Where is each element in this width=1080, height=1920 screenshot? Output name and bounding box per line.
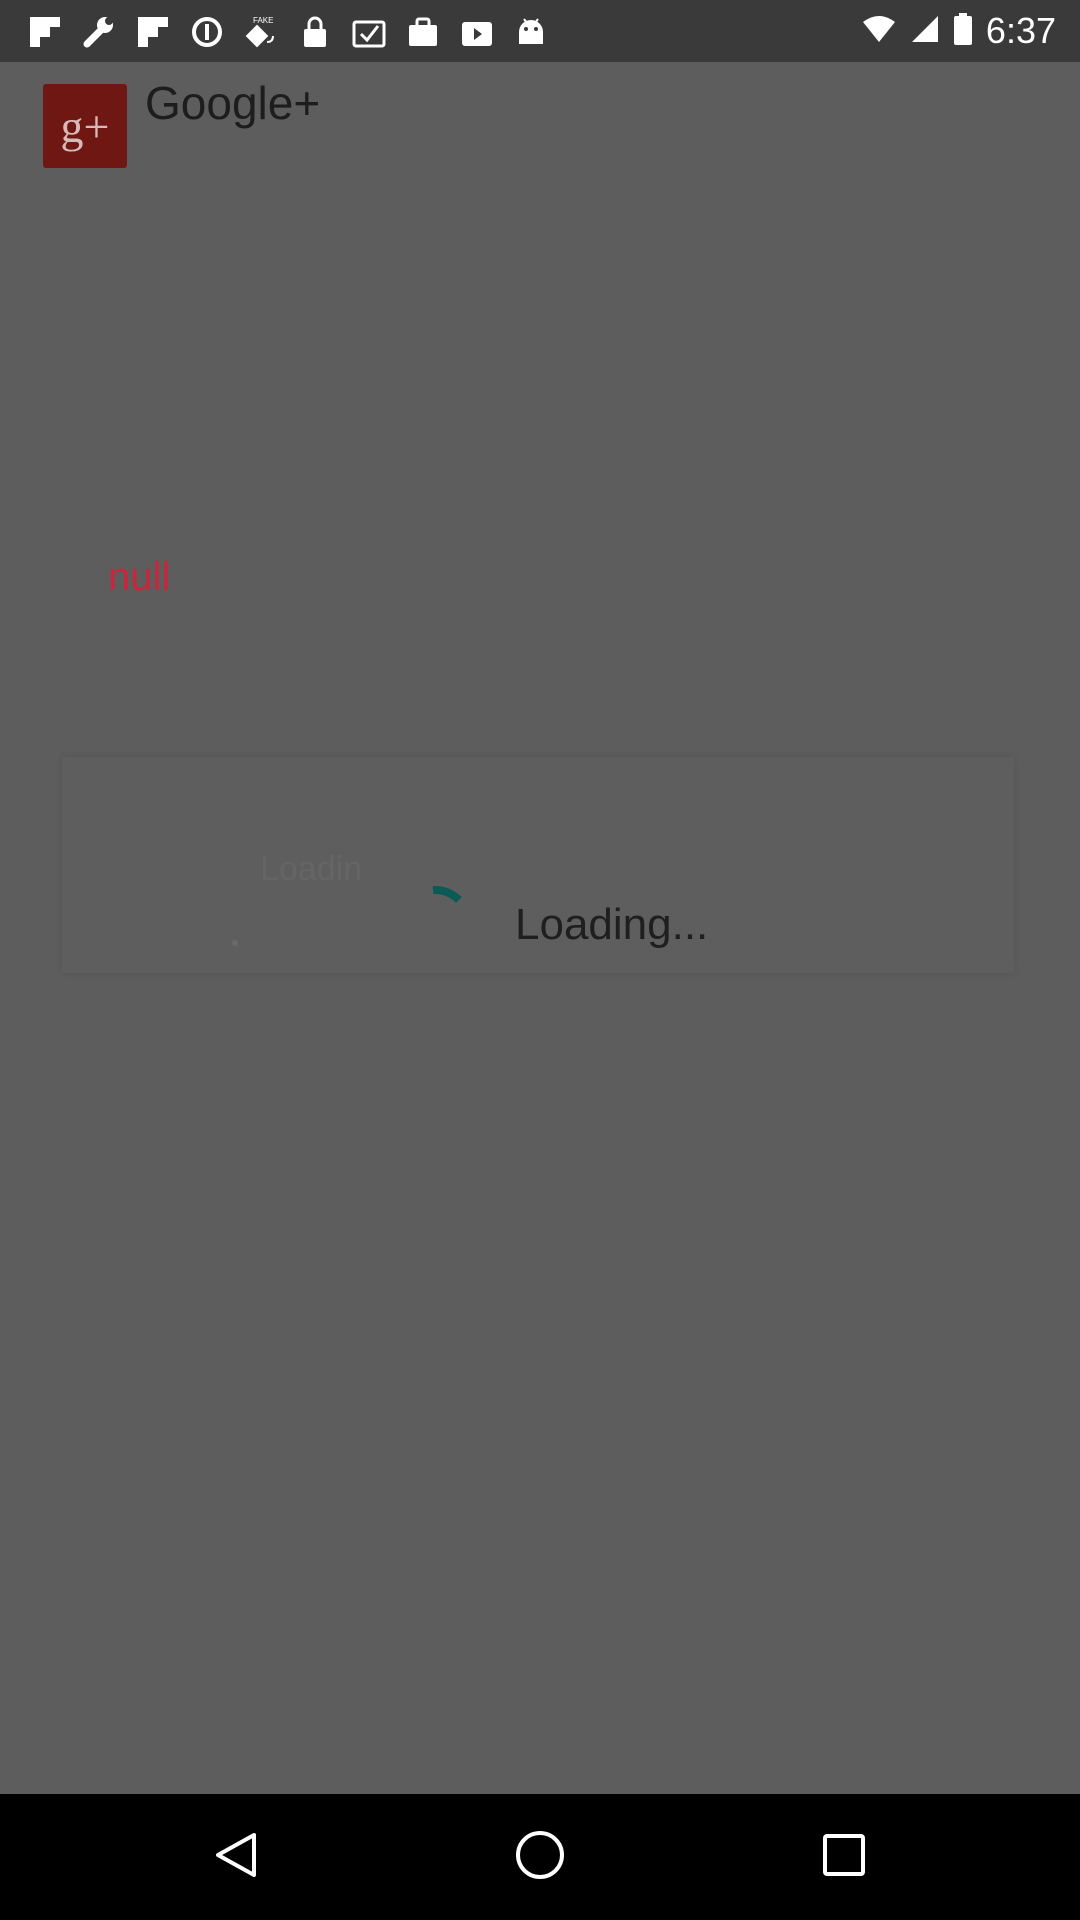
svg-text:FAKE: FAKE	[253, 16, 273, 25]
back-button[interactable]	[196, 1822, 276, 1892]
loading-spinner-icon	[405, 870, 489, 954]
wrench-icon	[80, 14, 118, 50]
bag-icon	[404, 14, 442, 50]
recents-button[interactable]	[804, 1822, 884, 1892]
android-icon	[512, 14, 550, 50]
ghost-spinner	[232, 940, 238, 946]
back-icon	[214, 1831, 258, 1884]
null-label: null	[108, 555, 171, 599]
recents-icon	[822, 1833, 866, 1882]
battery-icon	[953, 12, 972, 50]
app-header: g+ Google+	[0, 62, 1080, 192]
app-title: Google+	[145, 77, 321, 129]
home-button[interactable]	[500, 1822, 580, 1892]
system-status: 6:37	[862, 10, 1056, 52]
signal-icon	[910, 14, 940, 49]
clock: 6:37	[985, 10, 1056, 51]
loading-text: Loading...	[515, 900, 709, 949]
flipboard-icon	[134, 14, 172, 50]
clipboard-check-icon	[350, 14, 388, 50]
lock-icon	[296, 14, 334, 50]
ghost-loading-text: Loadin	[260, 850, 363, 888]
notification-icons: FAKE	[26, 14, 550, 50]
wifi-icon	[862, 14, 896, 49]
play-store-icon	[458, 14, 496, 50]
fake-gps-icon: FAKE	[242, 14, 280, 50]
flipboard-icon	[26, 14, 64, 50]
status-bar: FAKE 6:37	[0, 0, 1080, 62]
home-icon	[515, 1830, 565, 1885]
google-plus-logo: g+	[43, 84, 127, 168]
data-saver-icon	[188, 14, 226, 50]
navigation-bar	[0, 1794, 1080, 1920]
